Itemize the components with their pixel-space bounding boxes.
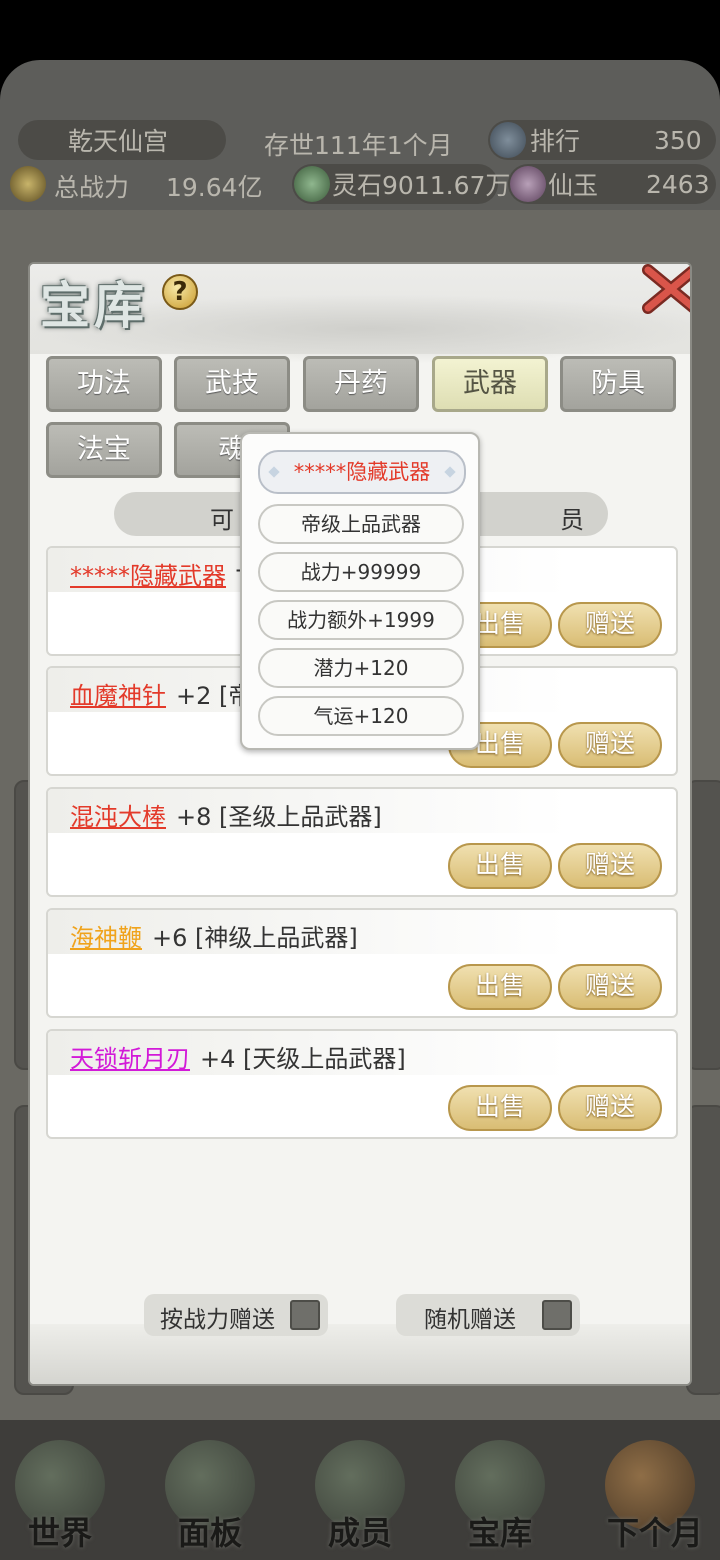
sect-name-pill: 乾天仙宫 <box>18 120 226 160</box>
spirit-stone-pill: 灵石9011.67万 <box>292 164 510 204</box>
rank-value: 350 <box>654 125 702 155</box>
dialog-title: 宝库 <box>40 276 148 335</box>
sell-button[interactable]: 出售 <box>448 1085 552 1131</box>
gift-random-option[interactable]: 随机赠送 <box>396 1294 580 1336</box>
rank-icon <box>490 122 526 158</box>
era-text: 存世111年1个月 <box>264 131 453 160</box>
gift-random-label: 随机赠送 <box>424 1307 516 1333</box>
rank-label: 排行 <box>530 127 581 156</box>
item-name[interactable]: 海神鞭 <box>70 918 142 953</box>
status-bar-top: 乾天仙宫 存世111年1个月 排行 350 <box>0 120 720 162</box>
popup-luck: 气运+120 <box>258 696 464 736</box>
nav-panel[interactable]: 面板 <box>150 1440 270 1560</box>
item-level: +4 [天级上品武器] <box>200 1045 406 1073</box>
gift-by-power-option[interactable]: 按战力赠送 <box>144 1294 328 1336</box>
tab-armor[interactable]: 防具 <box>560 356 676 412</box>
spirit-stone-value: 灵石9011.67万 <box>332 171 511 200</box>
item-detail-popup: *****隐藏武器 帝级上品武器 战力+99999 战力额外+1999 潜力+1… <box>240 432 480 750</box>
popup-item-name-text: *****隐藏武器 <box>293 460 431 484</box>
item-card: 天锁斩月刃 +4 [天级上品武器] 出售 赠送 <box>46 1029 678 1139</box>
item-card: 海神鞭 +6 [神级上品武器] 出售 赠送 <box>46 908 678 1018</box>
tab-artifacts[interactable]: 法宝 <box>46 422 162 478</box>
gift-button[interactable]: 赠送 <box>558 964 662 1010</box>
filter-right-text: 员 <box>560 506 584 534</box>
close-icon[interactable] <box>642 264 692 314</box>
filter-left-text: 可 <box>210 506 234 534</box>
item-name[interactable]: *****隐藏武器 <box>70 556 226 591</box>
power-label: 总战力 <box>54 173 130 202</box>
popup-item-name: *****隐藏武器 <box>258 450 466 494</box>
tab-pills[interactable]: 丹药 <box>303 356 419 412</box>
game-screen: 乾天仙宫 存世111年1个月 排行 350 总战力 19.64亿 灵石9011.… <box>0 0 720 1560</box>
gift-by-power-label: 按战力赠送 <box>160 1307 275 1333</box>
power-value: 19.64亿 <box>166 173 263 202</box>
nav-panel-label: 面板 <box>177 1514 242 1552</box>
gift-button[interactable]: 赠送 <box>558 602 662 648</box>
nav-world[interactable]: 世界 <box>0 1440 120 1560</box>
popup-grade: 帝级上品武器 <box>258 504 464 544</box>
sell-button[interactable]: 出售 <box>448 964 552 1010</box>
item-name[interactable]: 血魔神针 <box>70 676 166 711</box>
popup-extra-power: 战力额外+1999 <box>258 600 464 640</box>
spirit-stone-icon <box>294 166 330 202</box>
status-bar-resources: 总战力 19.64亿 灵石9011.67万 仙玉 2463 <box>0 164 720 206</box>
gift-button[interactable]: 赠送 <box>558 1085 662 1131</box>
diamond-left-icon <box>268 466 280 478</box>
nav-members[interactable]: 成员 <box>300 1440 420 1560</box>
jade-value: 2463 <box>646 169 710 199</box>
item-name[interactable]: 混沌大棒 <box>70 797 166 832</box>
sect-name: 乾天仙宫 <box>68 127 169 156</box>
item-level: +6 [神级上品武器] <box>152 924 358 952</box>
nav-treasury-label: 宝库 <box>467 1514 532 1552</box>
jade-pill: 仙玉 2463 <box>508 164 716 204</box>
nav-next-month[interactable]: 下个月 <box>590 1440 720 1560</box>
treasury-dialog: 宝库 ? 功法 武技 丹药 武器 防具 法宝 魂 可 员 *****隐藏武器 +… <box>28 262 692 1386</box>
rank-pill[interactable]: 排行 350 <box>488 120 716 160</box>
gift-button[interactable]: 赠送 <box>558 843 662 889</box>
item-card: 混沌大棒 +8 [圣级上品武器] 出售 赠送 <box>46 787 678 897</box>
jade-label: 仙玉 <box>548 171 599 200</box>
sell-button[interactable]: 出售 <box>448 843 552 889</box>
jade-icon <box>510 166 546 202</box>
nav-world-label: 世界 <box>27 1514 92 1552</box>
tab-skills[interactable]: 功法 <box>46 356 162 412</box>
nav-next-month-label: 下个月 <box>606 1514 703 1552</box>
nav-members-label: 成员 <box>327 1514 392 1552</box>
tab-weapons[interactable]: 武器 <box>432 356 548 412</box>
footer-cloud-decoration <box>30 1324 690 1384</box>
gift-button[interactable]: 赠送 <box>558 722 662 768</box>
diamond-right-icon <box>444 466 456 478</box>
tab-martial[interactable]: 武技 <box>174 356 290 412</box>
popup-potential: 潜力+120 <box>258 648 464 688</box>
help-icon[interactable]: ? <box>162 274 198 310</box>
gift-by-power-checkbox[interactable] <box>290 1300 320 1330</box>
item-level: +8 [圣级上品武器] <box>176 803 382 831</box>
power-icon <box>10 166 46 202</box>
gift-random-checkbox[interactable] <box>542 1300 572 1330</box>
popup-power: 战力+99999 <box>258 552 464 592</box>
nav-treasury[interactable]: 宝库 <box>440 1440 560 1560</box>
item-name[interactable]: 天锁斩月刃 <box>70 1039 190 1074</box>
